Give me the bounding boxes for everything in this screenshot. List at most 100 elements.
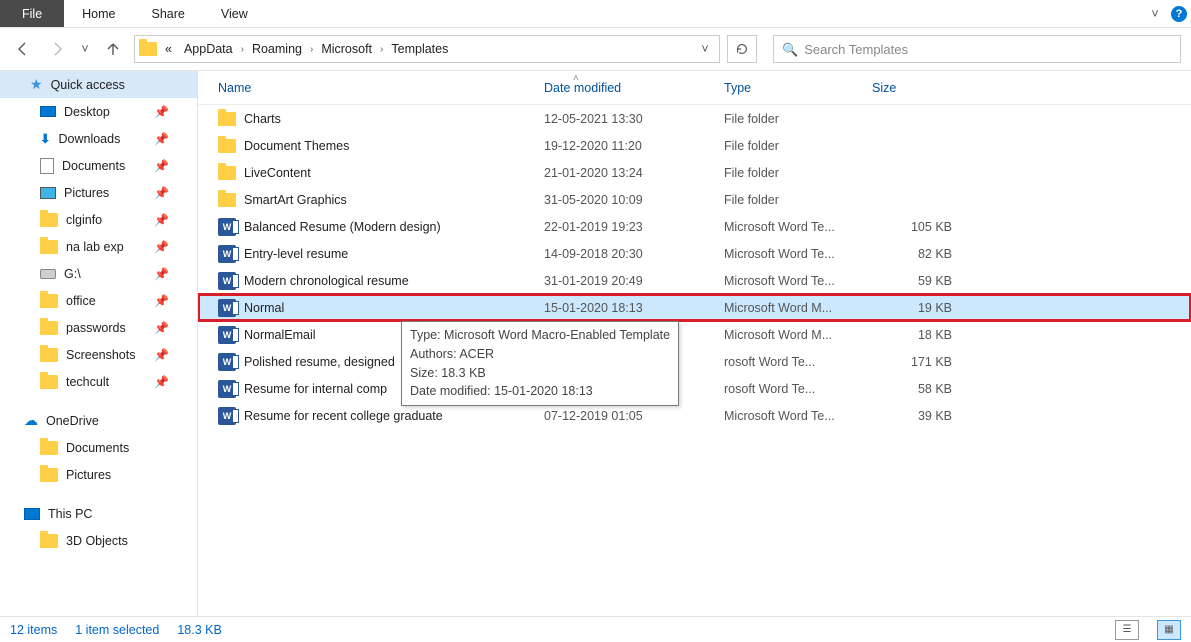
sidebar-label: G:\: [64, 267, 81, 281]
tab-view[interactable]: View: [203, 0, 266, 27]
sidebar-item[interactable]: Pictures📌: [0, 179, 197, 206]
pin-icon[interactable]: 📌: [154, 321, 169, 335]
sidebar-label: Documents: [62, 159, 125, 173]
breadcrumb-overflow[interactable]: «: [161, 42, 176, 56]
search-input[interactable]: [804, 42, 1172, 57]
file-row[interactable]: Document Themes19-12-2020 11:20File fold…: [198, 132, 1191, 159]
breadcrumb-roaming[interactable]: Roaming: [248, 42, 306, 56]
file-row[interactable]: WResume for internal comprosoft Word Te.…: [198, 375, 1191, 402]
file-row[interactable]: LiveContent21-01-2020 13:24File folder: [198, 159, 1191, 186]
column-date[interactable]: Date modified: [544, 81, 724, 95]
ribbon-collapse-chevron[interactable]: ˅: [1143, 0, 1167, 27]
desktop-icon: [40, 106, 56, 117]
breadcrumb-templates[interactable]: Templates: [387, 42, 452, 56]
file-rows[interactable]: Charts12-05-2021 13:30File folderDocumen…: [198, 105, 1191, 616]
view-large-icons-button[interactable]: ▦: [1157, 620, 1181, 640]
file-row[interactable]: WBalanced Resume (Modern design)22-01-20…: [198, 213, 1191, 240]
sidebar-this-pc[interactable]: This PC: [0, 500, 197, 527]
sidebar-item[interactable]: office📌: [0, 287, 197, 314]
file-name: LiveContent: [244, 166, 544, 180]
help-icon[interactable]: ?: [1167, 0, 1191, 27]
sidebar-onedrive-documents[interactable]: Documents: [0, 434, 197, 461]
recent-dropdown[interactable]: ˅: [78, 36, 92, 62]
word-icon: W: [218, 326, 236, 344]
sidebar-onedrive[interactable]: ☁ OneDrive: [0, 407, 197, 434]
pin-icon[interactable]: 📌: [154, 186, 169, 200]
forward-button[interactable]: [44, 36, 70, 62]
pin-icon[interactable]: 📌: [154, 267, 169, 281]
cloud-icon: ☁: [24, 412, 38, 429]
file-row[interactable]: WModern chronological resume31-01-2019 2…: [198, 267, 1191, 294]
up-button[interactable]: [100, 36, 126, 62]
file-row[interactable]: SmartArt Graphics31-05-2020 10:09File fo…: [198, 186, 1191, 213]
tab-share[interactable]: Share: [134, 0, 203, 27]
file-size: 58 KB: [872, 382, 962, 396]
search-box[interactable]: 🔍: [773, 35, 1181, 63]
file-date: 22-01-2019 19:23: [544, 220, 724, 234]
sidebar-item[interactable]: Screenshots📌: [0, 341, 197, 368]
pin-icon[interactable]: 📌: [154, 159, 169, 173]
pin-icon[interactable]: 📌: [154, 105, 169, 119]
pin-icon[interactable]: 📌: [154, 294, 169, 308]
breadcrumb-microsoft[interactable]: Microsoft: [317, 42, 376, 56]
folder-icon: [218, 112, 236, 126]
documents-icon: [40, 158, 54, 174]
file-row[interactable]: WPolished resume, designedrosoft Word Te…: [198, 348, 1191, 375]
file-name: SmartArt Graphics: [244, 193, 544, 207]
sidebar-label: OneDrive: [46, 414, 99, 428]
file-date: 15-01-2020 18:13: [544, 301, 724, 315]
tab-home[interactable]: Home: [64, 0, 133, 27]
breadcrumb-dropdown[interactable]: ˅: [695, 42, 715, 56]
file-name: Entry-level resume: [244, 247, 544, 261]
sidebar-item[interactable]: techcult📌: [0, 368, 197, 395]
file-date: 31-01-2019 20:49: [544, 274, 724, 288]
pin-icon[interactable]: 📌: [154, 213, 169, 227]
column-headers[interactable]: ˄ Name Date modified Type Size: [198, 71, 1191, 105]
folder-icon: [40, 348, 58, 362]
back-button[interactable]: [10, 36, 36, 62]
sidebar-item[interactable]: clginfo📌: [0, 206, 197, 233]
sidebar-item[interactable]: na lab exp 📌: [0, 233, 197, 260]
sidebar-label: Pictures: [66, 468, 111, 482]
pin-icon[interactable]: 📌: [154, 375, 169, 389]
file-type: File folder: [724, 193, 872, 207]
pin-icon[interactable]: 📌: [154, 240, 169, 254]
sidebar-item[interactable]: passwords📌: [0, 314, 197, 341]
file-row[interactable]: WResume for recent college graduate07-12…: [198, 402, 1191, 429]
file-row[interactable]: WNormal15-01-2020 18:13Microsoft Word M.…: [198, 294, 1191, 321]
word-icon: W: [218, 245, 236, 263]
pin-icon[interactable]: 📌: [154, 348, 169, 362]
file-row[interactable]: WEntry-level resume14-09-2018 20:30Micro…: [198, 240, 1191, 267]
file-type: File folder: [724, 112, 872, 126]
sidebar-item[interactable]: Desktop📌: [0, 98, 197, 125]
sidebar[interactable]: ★ Quick access Desktop📌⬇Downloads📌Docume…: [0, 71, 198, 616]
sidebar-onedrive-pictures[interactable]: Pictures: [0, 461, 197, 488]
column-size[interactable]: Size: [872, 81, 962, 95]
word-icon: W: [218, 407, 236, 425]
refresh-button[interactable]: [727, 35, 757, 63]
file-type: Microsoft Word Te...: [724, 247, 872, 261]
file-type: Microsoft Word M...: [724, 301, 872, 315]
file-name: Balanced Resume (Modern design): [244, 220, 544, 234]
sidebar-item[interactable]: ⬇Downloads📌: [0, 125, 197, 152]
file-row[interactable]: Charts12-05-2021 13:30File folder: [198, 105, 1191, 132]
breadcrumb-appdata[interactable]: AppData: [180, 42, 237, 56]
sidebar-item[interactable]: Documents 📌: [0, 152, 197, 179]
file-row[interactable]: WNormalEmail24-10-2021 19:22Microsoft Wo…: [198, 321, 1191, 348]
view-details-button[interactable]: ☰: [1115, 620, 1139, 640]
sidebar-item[interactable]: G:\ 📌: [0, 260, 197, 287]
breadcrumb[interactable]: « AppData › Roaming › Microsoft › Templa…: [134, 35, 720, 63]
pin-icon[interactable]: 📌: [154, 132, 169, 146]
sidebar-quick-access[interactable]: ★ Quick access: [0, 71, 197, 98]
column-name[interactable]: Name: [218, 81, 544, 95]
sidebar-label: 3D Objects: [66, 534, 128, 548]
column-type[interactable]: Type: [724, 81, 872, 95]
file-name: Resume for recent college graduate: [244, 409, 544, 423]
word-icon: W: [218, 299, 236, 317]
file-size: 171 KB: [872, 355, 962, 369]
tab-file[interactable]: File: [0, 0, 64, 27]
folder-icon: [218, 166, 236, 180]
folder-icon: [40, 240, 58, 254]
sidebar-label: na lab exp: [66, 240, 124, 254]
sidebar-3d-objects[interactable]: 3D Objects: [0, 527, 197, 554]
